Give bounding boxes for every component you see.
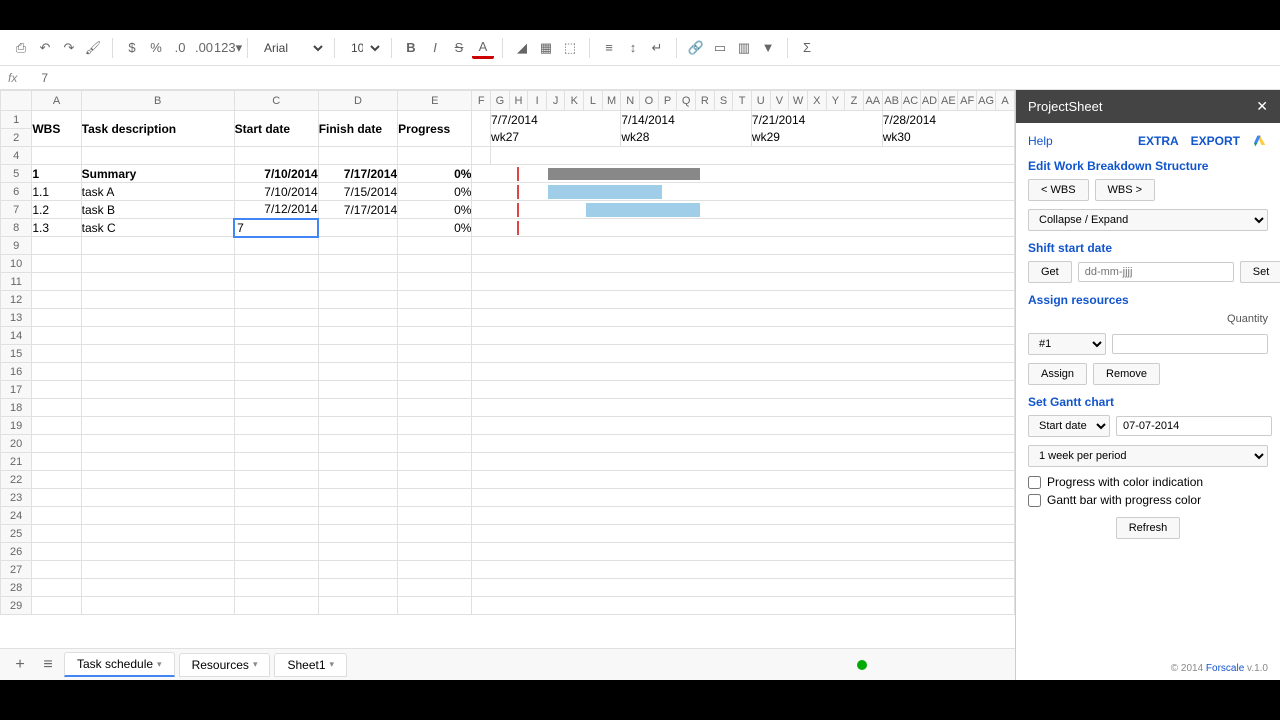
valign-icon[interactable]: ↕ xyxy=(622,37,644,59)
collapse-expand-select[interactable]: Collapse / Expand xyxy=(1028,209,1268,231)
all-sheets-button[interactable]: ≡ xyxy=(36,653,60,677)
fx-value: 7 xyxy=(41,71,48,85)
forscale-link[interactable]: Forscale xyxy=(1206,663,1244,674)
extra-link[interactable]: EXTRA xyxy=(1138,134,1179,148)
italic-icon[interactable]: I xyxy=(424,37,446,59)
percent-icon[interactable]: % xyxy=(145,37,167,59)
refresh-button[interactable]: Refresh xyxy=(1116,517,1181,539)
status-indicator xyxy=(857,660,867,670)
borders-icon[interactable]: ▦ xyxy=(535,37,557,59)
section-set-gantt: Set Gantt chart xyxy=(1028,395,1268,409)
font-select[interactable]: Arial xyxy=(256,38,326,58)
progress-color-checkbox[interactable]: Progress with color indication xyxy=(1028,475,1268,489)
redo-icon[interactable]: ↷ xyxy=(58,37,80,59)
print-icon[interactable]: ⎙ xyxy=(10,37,32,59)
fillcolor-icon[interactable]: ◢ xyxy=(511,37,533,59)
link-icon[interactable]: 🔗 xyxy=(685,37,707,59)
gantt-startdate-input[interactable] xyxy=(1116,416,1272,436)
editing-cell[interactable] xyxy=(234,219,318,237)
wrap-icon[interactable]: ↵ xyxy=(646,37,668,59)
filter-icon[interactable]: ▼ xyxy=(757,37,779,59)
wbs-right-button[interactable]: WBS > xyxy=(1095,179,1156,201)
merge-icon[interactable]: ⬚ xyxy=(559,37,581,59)
quantity-label: Quantity xyxy=(1227,313,1268,325)
chart-icon[interactable]: ▥ xyxy=(733,37,755,59)
shift-date-input[interactable] xyxy=(1078,262,1234,282)
tab-task-schedule[interactable]: Task schedule▾ xyxy=(64,652,175,677)
close-icon[interactable]: ✕ xyxy=(1256,98,1268,115)
sidebar-panel: ProjectSheet ✕ Help EXTRA EXPORT Edit Wo… xyxy=(1015,90,1280,680)
undo-icon[interactable]: ↶ xyxy=(34,37,56,59)
halign-icon[interactable]: ≡ xyxy=(598,37,620,59)
textcolor-icon[interactable]: A xyxy=(472,37,494,59)
remove-button[interactable]: Remove xyxy=(1093,363,1160,385)
quantity-input[interactable] xyxy=(1112,334,1268,354)
tab-resources[interactable]: Resources▾ xyxy=(179,653,271,677)
decimal-dec-icon[interactable]: .0 xyxy=(169,37,191,59)
toolbar: ⎙ ↶ ↷ 🖌 $ % .0 .00 123▾ Arial 10 B I S A… xyxy=(0,30,1280,66)
bold-icon[interactable]: B xyxy=(400,37,422,59)
add-sheet-button[interactable]: + xyxy=(8,653,32,677)
period-select[interactable]: 1 week per period xyxy=(1028,445,1268,467)
decimal-inc-icon[interactable]: .00 xyxy=(193,37,215,59)
get-date-button[interactable]: Get xyxy=(1028,261,1072,283)
help-link[interactable]: Help xyxy=(1028,134,1053,148)
section-edit-wbs: Edit Work Breakdown Structure xyxy=(1028,159,1268,173)
assign-button[interactable]: Assign xyxy=(1028,363,1087,385)
drive-icon xyxy=(1252,133,1268,149)
wbs-left-button[interactable]: < WBS xyxy=(1028,179,1089,201)
currency-icon[interactable]: $ xyxy=(121,37,143,59)
gantt-startdate-label[interactable]: Start date xyxy=(1028,415,1110,437)
section-assign-resources: Assign resources xyxy=(1028,293,1268,307)
sheet-tabs-bar: + ≡ Task schedule▾ Resources▾ Sheet1▾ xyxy=(0,648,1015,680)
paint-format-icon[interactable]: 🖌 xyxy=(82,37,104,59)
export-link[interactable]: EXPORT xyxy=(1191,134,1240,148)
comment-icon[interactable]: ▭ xyxy=(709,37,731,59)
bar-color-checkbox[interactable]: Gantt bar with progress color xyxy=(1028,493,1268,507)
strike-icon[interactable]: S xyxy=(448,37,470,59)
format-more-icon[interactable]: 123▾ xyxy=(217,37,239,59)
spreadsheet-grid[interactable]: ABCDEFGHIJKLMNOPQRSTUVWXYZAAABACADAEAFAG… xyxy=(0,90,1015,648)
sidebar-footer: © 2014 Forscale v.1.0 xyxy=(1016,657,1280,680)
sidebar-title: ProjectSheet xyxy=(1028,99,1102,114)
resource-select[interactable]: #1 xyxy=(1028,333,1106,355)
formula-bar[interactable]: fx 7 xyxy=(0,66,1280,90)
section-shift-date: Shift start date xyxy=(1028,241,1268,255)
fontsize-select[interactable]: 10 xyxy=(343,38,383,58)
set-date-button[interactable]: Set xyxy=(1240,261,1280,283)
fx-label: fx xyxy=(8,71,17,85)
functions-icon[interactable]: Σ xyxy=(796,37,818,59)
tab-sheet1[interactable]: Sheet1▾ xyxy=(274,653,347,677)
